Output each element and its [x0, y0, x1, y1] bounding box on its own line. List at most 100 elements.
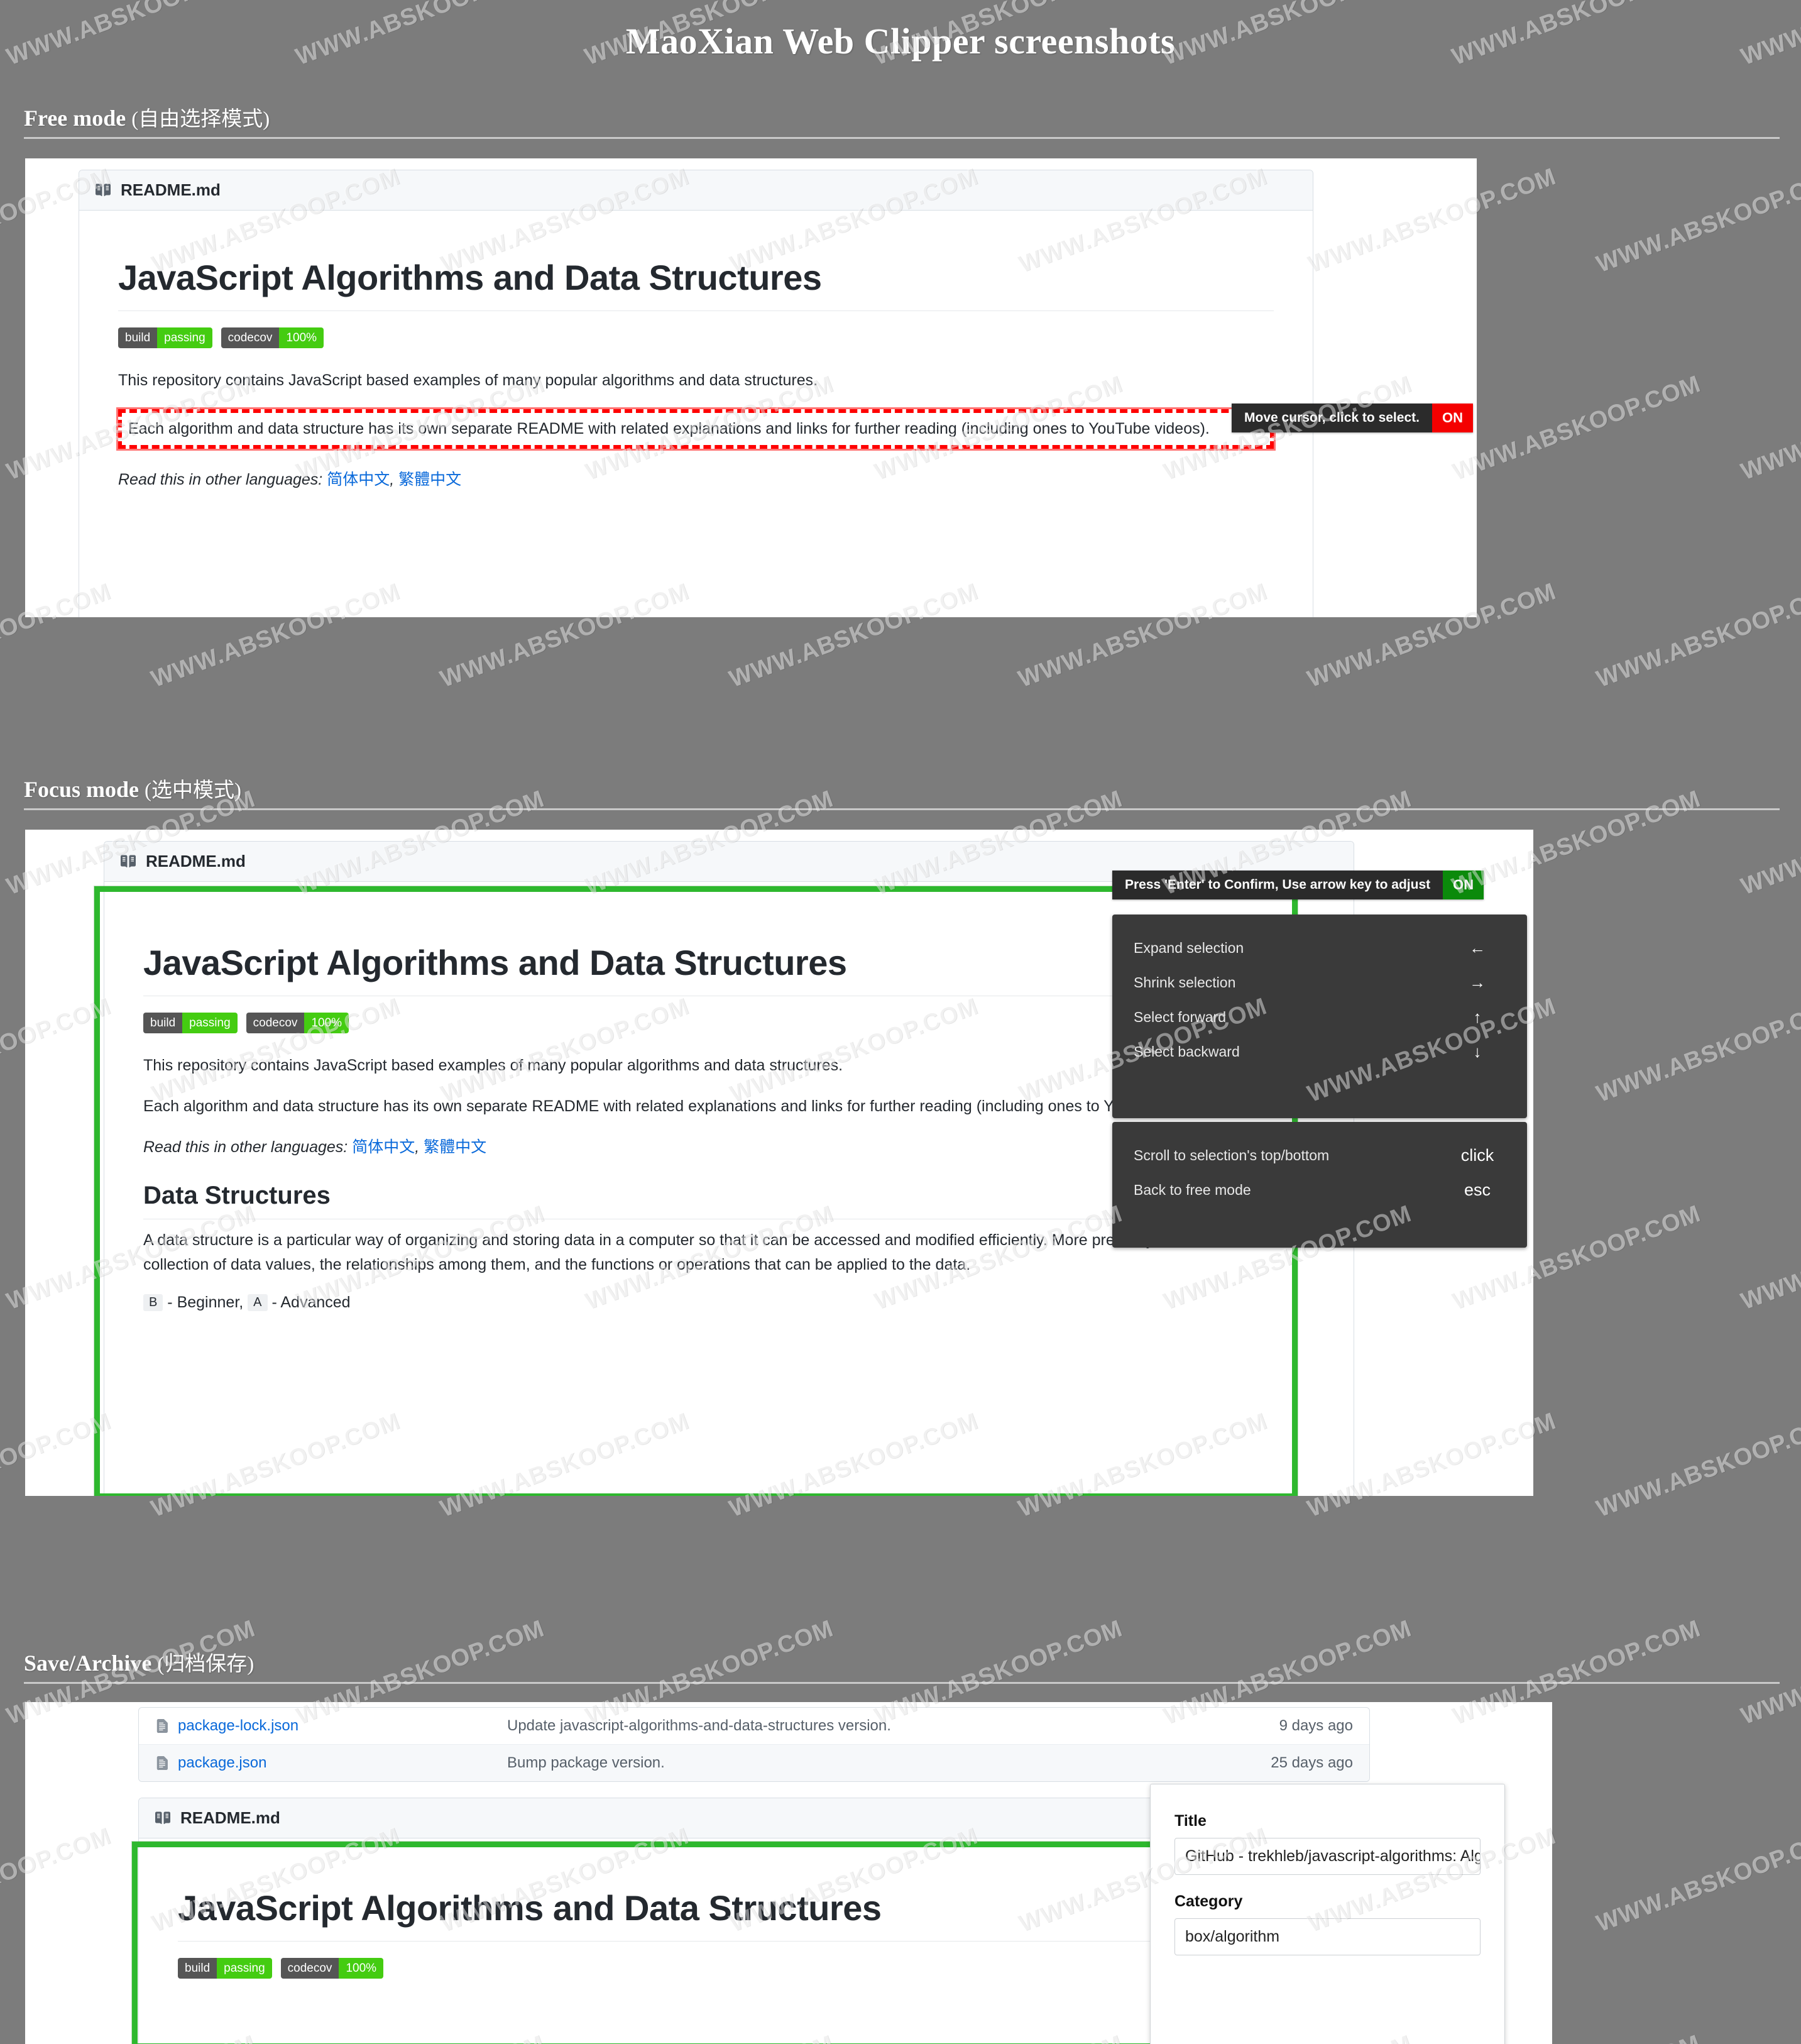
file-name-label[interactable]: package-lock.json	[178, 1717, 298, 1735]
help-action-label: Scroll to selection's top/bottom	[1134, 1147, 1330, 1163]
languages-prefix: Read this in other languages:	[118, 470, 323, 488]
help-row[interactable]: Select backward ↓	[1134, 1035, 1506, 1069]
legend-beginner-label: - Beginner,	[167, 1293, 244, 1311]
language-link-simplified[interactable]: 简体中文	[352, 1138, 415, 1156]
focus-help-panel-secondary: Scroll to selection's top/bottom click B…	[1112, 1122, 1527, 1248]
codecov-badge: codecov 100%	[280, 1958, 384, 1979]
watermark-text: WWW.ABSKOOP.COM	[1593, 1407, 1801, 1523]
clipper-form-popup: Title GitHub - trekhleb/javascript-algor…	[1150, 1784, 1505, 2044]
codecov-badge-value: 100%	[304, 1013, 349, 1033]
legend-advanced-key: A	[248, 1294, 268, 1311]
languages-prefix: Read this in other languages:	[143, 1138, 348, 1156]
book-icon	[94, 183, 112, 198]
file-name-cell[interactable]: package.json	[155, 1754, 507, 1772]
legend-advanced-label: - Advanced	[271, 1293, 351, 1311]
section-label-cn: (选中模式)	[145, 779, 241, 802]
title-input[interactable]: GitHub - trekhleb/javascript-algorithms:…	[1174, 1838, 1481, 1875]
commit-message: Update javascript-algorithms-and-data-st…	[507, 1717, 891, 1734]
language-separator: ,	[390, 470, 395, 488]
maoxian-toolbar-focus-bar: Press 'Enter' to Confirm, Use arrow key …	[1112, 871, 1484, 899]
readme-paragraph-1: This repository contains JavaScript base…	[118, 371, 818, 389]
badge-group: build passing codecov 100%	[118, 327, 1274, 348]
help-key-label: esc	[1464, 1180, 1491, 1199]
readme-filename[interactable]: README.md	[121, 180, 221, 200]
section-label-en: Free mode	[24, 106, 126, 131]
help-action-label: Select forward	[1134, 1009, 1227, 1025]
codecov-badge-key: codecov	[280, 1958, 339, 1979]
category-input[interactable]: box/algorithm	[1174, 1918, 1481, 1955]
build-badge: build passing	[178, 1958, 272, 1979]
screenshot-focus-mode: README.md JavaScript Algorithms and Data…	[25, 830, 1533, 1496]
file-icon	[155, 1755, 169, 1771]
help-row[interactable]: Back to free mode esc	[1134, 1173, 1506, 1207]
title-field-label: Title	[1174, 1812, 1207, 1830]
commit-message: Bump package version.	[507, 1754, 665, 1771]
page-title: MaoXian Web Clipper screenshots	[625, 21, 1176, 62]
help-key-label: ↓	[1473, 1042, 1482, 1061]
watermark-text: WWW.ABSKOOP.COM	[1593, 1822, 1801, 1938]
repo-file-list: package-lock.json Update javascript-algo…	[138, 1707, 1370, 1782]
book-icon	[154, 1811, 172, 1826]
watermark-text: WWW.ABSKOOP.COM	[1448, 370, 1704, 486]
help-key-label: ↑	[1473, 1008, 1482, 1026]
codecov-badge-value: 100%	[339, 1958, 384, 1979]
build-badge-key: build	[143, 1013, 183, 1033]
language-separator: ,	[415, 1138, 420, 1156]
build-badge: build passing	[143, 1013, 238, 1033]
file-name-label[interactable]: package.json	[178, 1754, 266, 1772]
help-row[interactable]: Shrink selection →	[1134, 965, 1506, 1000]
commit-age: 25 days ago	[1271, 1754, 1353, 1771]
help-row[interactable]: Expand selection ←	[1134, 931, 1506, 965]
maoxian-toolbar-free: Move cursor, click to select. ON	[1232, 404, 1473, 432]
file-icon	[155, 1718, 169, 1734]
codecov-badge-value: 100%	[279, 327, 324, 348]
toolbar-switch-focus[interactable]: ON	[1443, 871, 1484, 899]
language-link-traditional[interactable]: 繁體中文	[398, 471, 461, 488]
language-link-simplified[interactable]: 简体中文	[327, 471, 390, 488]
commit-age: 9 days ago	[1279, 1717, 1353, 1734]
screenshot-free-mode: README.md JavaScript Algorithms and Data…	[25, 158, 1477, 617]
readme-paragraph-2: Each algorithm and data structure has it…	[128, 419, 1210, 437]
file-name-cell[interactable]: package-lock.json	[155, 1717, 507, 1735]
build-badge-key: build	[118, 327, 158, 348]
readme-filename[interactable]: README.md	[180, 1808, 280, 1828]
readme-languages-line: Read this in other languages: 简体中文, 繁體中文	[118, 468, 1274, 492]
help-key-label: ←	[1469, 938, 1486, 957]
language-link-traditional[interactable]: 繁體中文	[424, 1138, 486, 1156]
readme-body-free: JavaScript Algorithms and Data Structure…	[79, 211, 1313, 533]
toolbar-message-free: Move cursor, click to select.	[1232, 404, 1432, 432]
watermark-text: WWW.ABSKOOP.COM	[1593, 992, 1801, 1108]
help-action-label: Select backward	[1134, 1043, 1240, 1060]
readme-card-header: README.md	[79, 170, 1313, 211]
help-row[interactable]: Scroll to selection's top/bottom click	[1134, 1138, 1506, 1173]
section-label-en: Focus mode	[24, 777, 139, 802]
book-icon	[119, 854, 137, 869]
codecov-badge-key: codecov	[246, 1013, 305, 1033]
section-label-cn: (归档保存)	[157, 1653, 255, 1676]
screenshot-save-archive: package-lock.json Update javascript-algo…	[25, 1702, 1552, 2044]
codecov-badge-key: codecov	[221, 327, 280, 348]
build-badge-value: passing	[182, 1013, 238, 1033]
watermark-text: WWW.ABSKOOP.COM	[1738, 1200, 1801, 1316]
readme-filename[interactable]: README.md	[146, 852, 246, 871]
help-action-label: Expand selection	[1134, 940, 1244, 956]
section-heading-free-mode: Free mode (自由选择模式)	[24, 102, 1780, 139]
free-mode-selection-highlight[interactable]: Each algorithm and data structure has it…	[116, 407, 1276, 451]
section-label-en: Save/Archive	[24, 1651, 152, 1676]
build-badge-value: passing	[217, 1958, 272, 1979]
focus-help-panel-primary: Expand selection ← Shrink selection → Se…	[1112, 915, 1527, 1118]
section-heading-save-archive: Save/Archive (归档保存)	[24, 1647, 1780, 1684]
category-field-label: Category	[1174, 1893, 1243, 1910]
readme-card-free: README.md JavaScript Algorithms and Data…	[79, 170, 1313, 617]
table-row[interactable]: package-lock.json Update javascript-algo…	[139, 1708, 1369, 1744]
toolbar-switch-free[interactable]: ON	[1431, 404, 1473, 432]
codecov-badge: codecov 100%	[246, 1013, 349, 1033]
help-action-label: Back to free mode	[1134, 1182, 1251, 1198]
section-heading-focus-mode: Focus mode (选中模式)	[24, 773, 1780, 810]
legend-beginner-key: B	[143, 1294, 163, 1311]
codecov-badge: codecov 100%	[221, 327, 324, 348]
build-badge-key: build	[178, 1958, 217, 1979]
help-row[interactable]: Select forward ↑	[1134, 1000, 1506, 1035]
table-row[interactable]: package.json Bump package version. 25 da…	[139, 1744, 1369, 1781]
watermark-text: WWW.ABSKOOP.COM	[1593, 163, 1801, 278]
